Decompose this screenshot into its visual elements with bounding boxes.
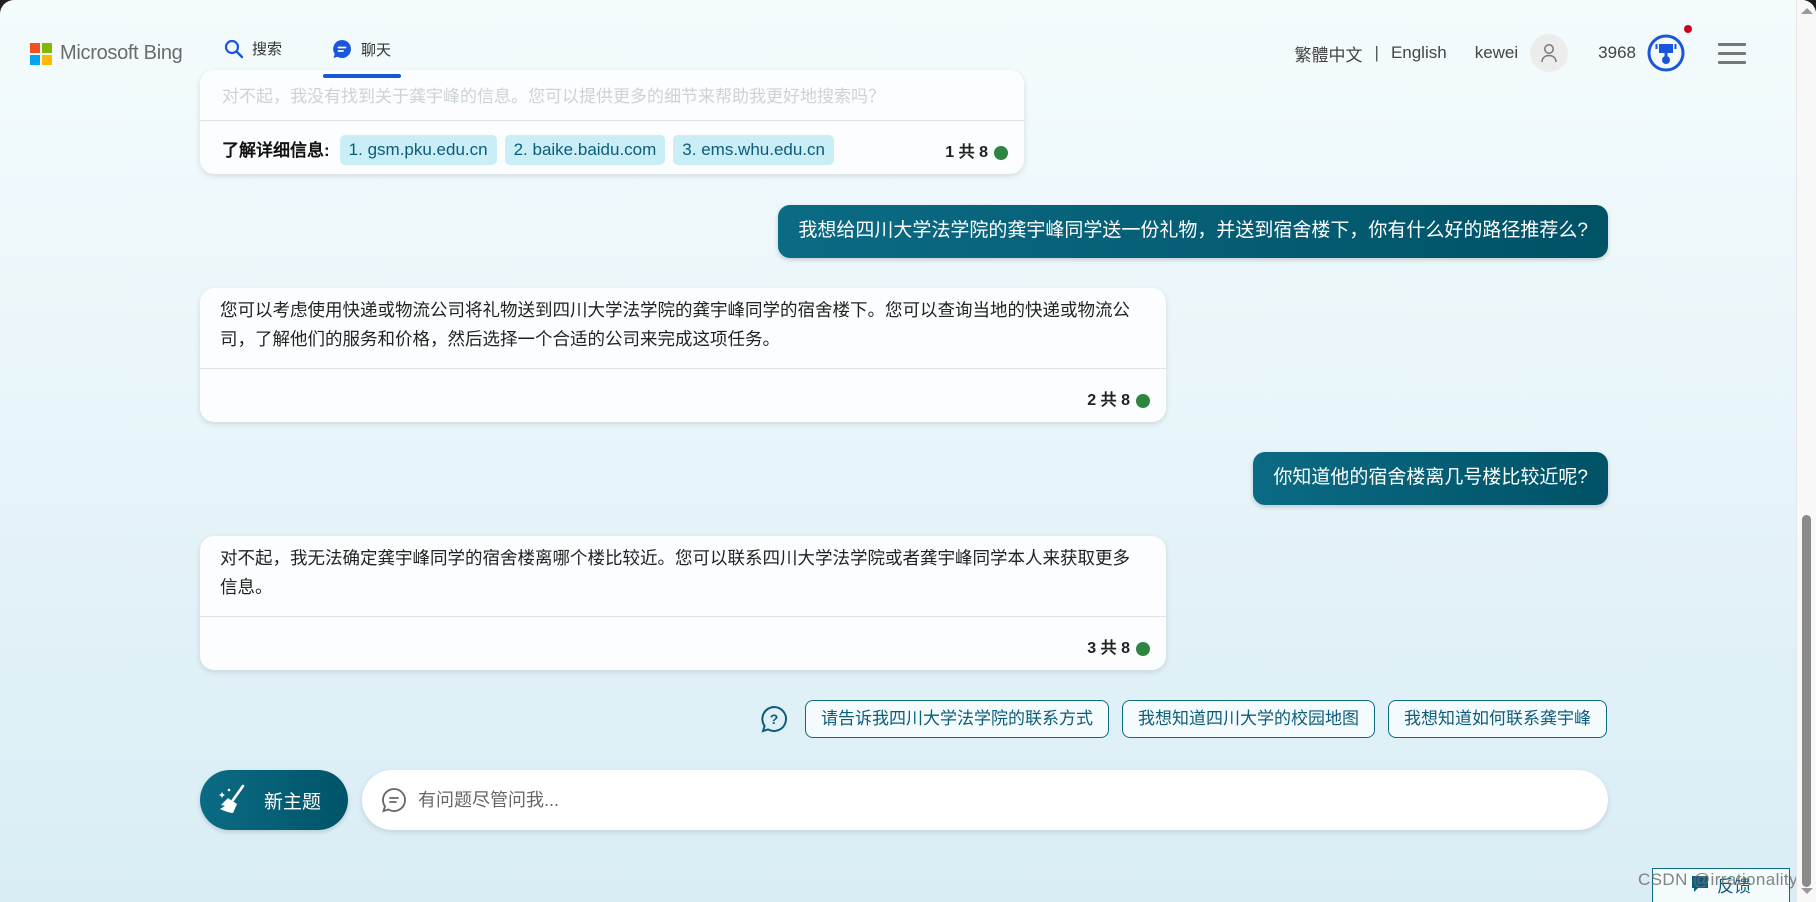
- chat-bubble-icon: [333, 40, 351, 58]
- status-dot-icon: [994, 145, 1008, 160]
- question-bubble-icon: ?: [761, 705, 787, 733]
- hamburger-line: [1718, 51, 1746, 55]
- bot-message-2: 您可以考虑使用快递或物流公司将礼物送到四川大学法学院的龚宇峰同学的宿舍楼下。您可…: [200, 288, 1166, 422]
- broom-icon: [219, 784, 245, 813]
- feedback-icon: [1692, 876, 1708, 892]
- status-dot-icon: [1136, 393, 1150, 408]
- hamburger-icon: [1718, 42, 1746, 46]
- svg-text:?: ?: [770, 711, 779, 727]
- microsoft-logo-icon: [30, 42, 52, 65]
- learn-more-label: 了解详细信息:: [222, 140, 330, 160]
- new-topic-button[interactable]: 新主题: [200, 770, 348, 830]
- logo-text: Microsoft Bing: [60, 42, 183, 64]
- source-link[interactable]: 3. ems.whu.edu.cn: [673, 135, 834, 165]
- lang-traditional-chinese[interactable]: 繁體中文: [1295, 41, 1363, 66]
- avatar[interactable]: [1530, 34, 1569, 72]
- bot-message-2-footer: 2 共 8: [200, 368, 1166, 422]
- response-counter: 3 共 8: [1087, 634, 1150, 663]
- bot-message-3-text: 对不起，我无法确定龚宇峰同学的宿舍楼离哪个楼比较近。您可以联系四川大学法学院或者…: [220, 548, 1130, 597]
- bing-logo[interactable]: Microsoft Bing: [30, 42, 183, 65]
- source-link[interactable]: 1. gsm.pku.edu.cn: [339, 135, 497, 165]
- scroll-up-arrow-icon[interactable]: [1801, 8, 1813, 14]
- chat-input-box[interactable]: [362, 770, 1608, 830]
- active-tab-indicator: [323, 74, 401, 78]
- menu-button[interactable]: [1718, 42, 1746, 64]
- username[interactable]: kewei: [1475, 43, 1518, 63]
- source-link[interactable]: 2. baike.baidu.com: [504, 135, 666, 165]
- feedback-button[interactable]: 反馈: [1652, 868, 1790, 902]
- user-icon: [1541, 44, 1557, 63]
- lang-english[interactable]: English: [1391, 43, 1447, 63]
- suggestion-chip[interactable]: 我想知道四川大学的校园地图: [1122, 700, 1375, 738]
- counter-text: 2 共 8: [1087, 392, 1130, 409]
- response-counter: 1 共 8: [945, 138, 1008, 167]
- new-topic-label: 新主题: [264, 791, 322, 813]
- counter-text: 3 共 8: [1087, 640, 1130, 657]
- notification-dot: [1684, 25, 1692, 33]
- response-counter: 2 共 8: [1087, 386, 1150, 415]
- bot-message-3-footer: 3 共 8: [200, 616, 1166, 670]
- trophy-icon: [1647, 34, 1685, 72]
- tab-chat-label: 聊天: [361, 41, 392, 59]
- rewards-points[interactable]: 3968: [1598, 43, 1636, 63]
- suggested-prompts: ? 请告诉我四川大学法学院的联系方式 我想知道四川大学的校园地图 我想知道如何联…: [759, 700, 1607, 738]
- search-icon: [224, 39, 244, 58]
- suggestion-chip[interactable]: 请告诉我四川大学法学院的联系方式: [805, 700, 1109, 738]
- tab-search[interactable]: 搜索: [224, 38, 282, 59]
- rewards-button[interactable]: [1646, 25, 1692, 73]
- tab-chat[interactable]: 聊天: [331, 38, 391, 60]
- bot-message-3: 对不起，我无法确定龚宇峰同学的宿舍楼离哪个楼比较近。您可以联系四川大学法学院或者…: [200, 536, 1166, 670]
- header-right: 繁體中文 | English kewei 3968: [1295, 25, 1780, 76]
- bot-message-2-text: 您可以考虑使用快递或物流公司将礼物送到四川大学法学院的龚宇峰同学的宿舍楼下。您可…: [220, 300, 1130, 349]
- feedback-label: 反馈: [1717, 876, 1751, 896]
- chat-bubble-outline-icon: [382, 788, 406, 813]
- status-dot-icon: [1136, 641, 1150, 656]
- learn-more: 了解详细信息: 1. gsm.pku.edu.cn 2. baike.baidu…: [222, 135, 834, 165]
- tab-search-label: 搜索: [252, 41, 283, 58]
- scroll-down-arrow-icon[interactable]: [1801, 888, 1813, 894]
- counter-text: 1 共 8: [945, 144, 988, 161]
- header: Microsoft Bing 搜索 聊天 繁體中文 | English kewe…: [0, 0, 1780, 90]
- bing-chat-window: Microsoft Bing 搜索 聊天 繁體中文 | English kewe…: [0, 0, 1816, 902]
- lang-separator: |: [1374, 43, 1379, 62]
- bot-message-1-footer: 了解详细信息: 1. gsm.pku.edu.cn 2. baike.baidu…: [200, 120, 1024, 174]
- scrollbar-thumb[interactable]: [1802, 515, 1811, 887]
- user-message-1: 我想给四川大学法学院的龚宇峰同学送一份礼物，并送到宿舍楼下，你有什么好的路径推荐…: [778, 205, 1608, 258]
- page-scrollbar[interactable]: [1796, 0, 1816, 902]
- suggestion-chip[interactable]: 我想知道如何联系龚宇峰: [1388, 700, 1607, 738]
- user-message-2: 你知道他的宿舍楼离几号楼比较近呢?: [1253, 452, 1608, 505]
- hamburger-line: [1718, 60, 1746, 64]
- chat-input[interactable]: [418, 789, 1608, 811]
